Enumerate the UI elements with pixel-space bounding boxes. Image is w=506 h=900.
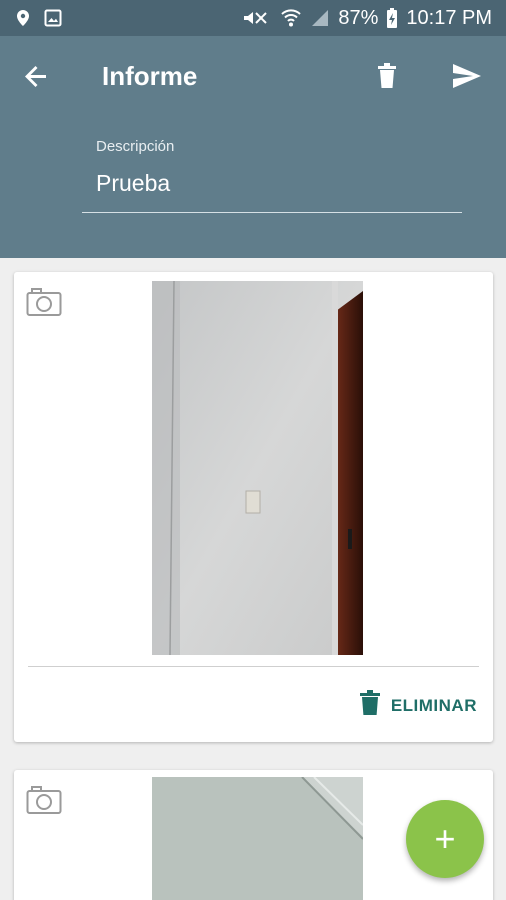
signal-icon — [310, 8, 330, 28]
delete-photo-button[interactable]: ELIMINAR — [359, 690, 477, 721]
photo-thumbnail[interactable] — [152, 281, 363, 655]
app-bar: Informe Descripción Prueba — [0, 36, 506, 258]
image-icon — [44, 9, 62, 27]
description-field[interactable]: Prueba — [96, 170, 170, 197]
location-icon — [16, 9, 30, 27]
arrow-back-icon[interactable] — [20, 60, 52, 92]
mute-icon — [242, 8, 272, 28]
plus-icon: + — [434, 818, 456, 859]
photo-card: ELIMINAR — [14, 272, 493, 742]
send-icon[interactable] — [450, 60, 484, 92]
battery-percent: 87% — [338, 6, 379, 29]
description-label: Descripción — [96, 138, 175, 155]
photo-thumbnail[interactable] — [152, 777, 363, 900]
battery-icon — [386, 7, 398, 29]
wifi-icon — [280, 8, 302, 28]
trash-icon[interactable] — [372, 60, 402, 92]
camera-icon[interactable] — [26, 785, 62, 815]
description-underline — [82, 212, 462, 213]
delete-label: ELIMINAR — [390, 695, 477, 715]
card-divider — [28, 666, 479, 667]
clock: 10:17 PM — [406, 6, 492, 29]
add-photo-button[interactable]: + — [406, 800, 484, 878]
trash-icon — [359, 690, 381, 721]
page-title: Informe — [102, 61, 198, 91]
status-bar: 87% 10:17 PM — [0, 0, 506, 36]
camera-icon[interactable] — [26, 287, 62, 317]
